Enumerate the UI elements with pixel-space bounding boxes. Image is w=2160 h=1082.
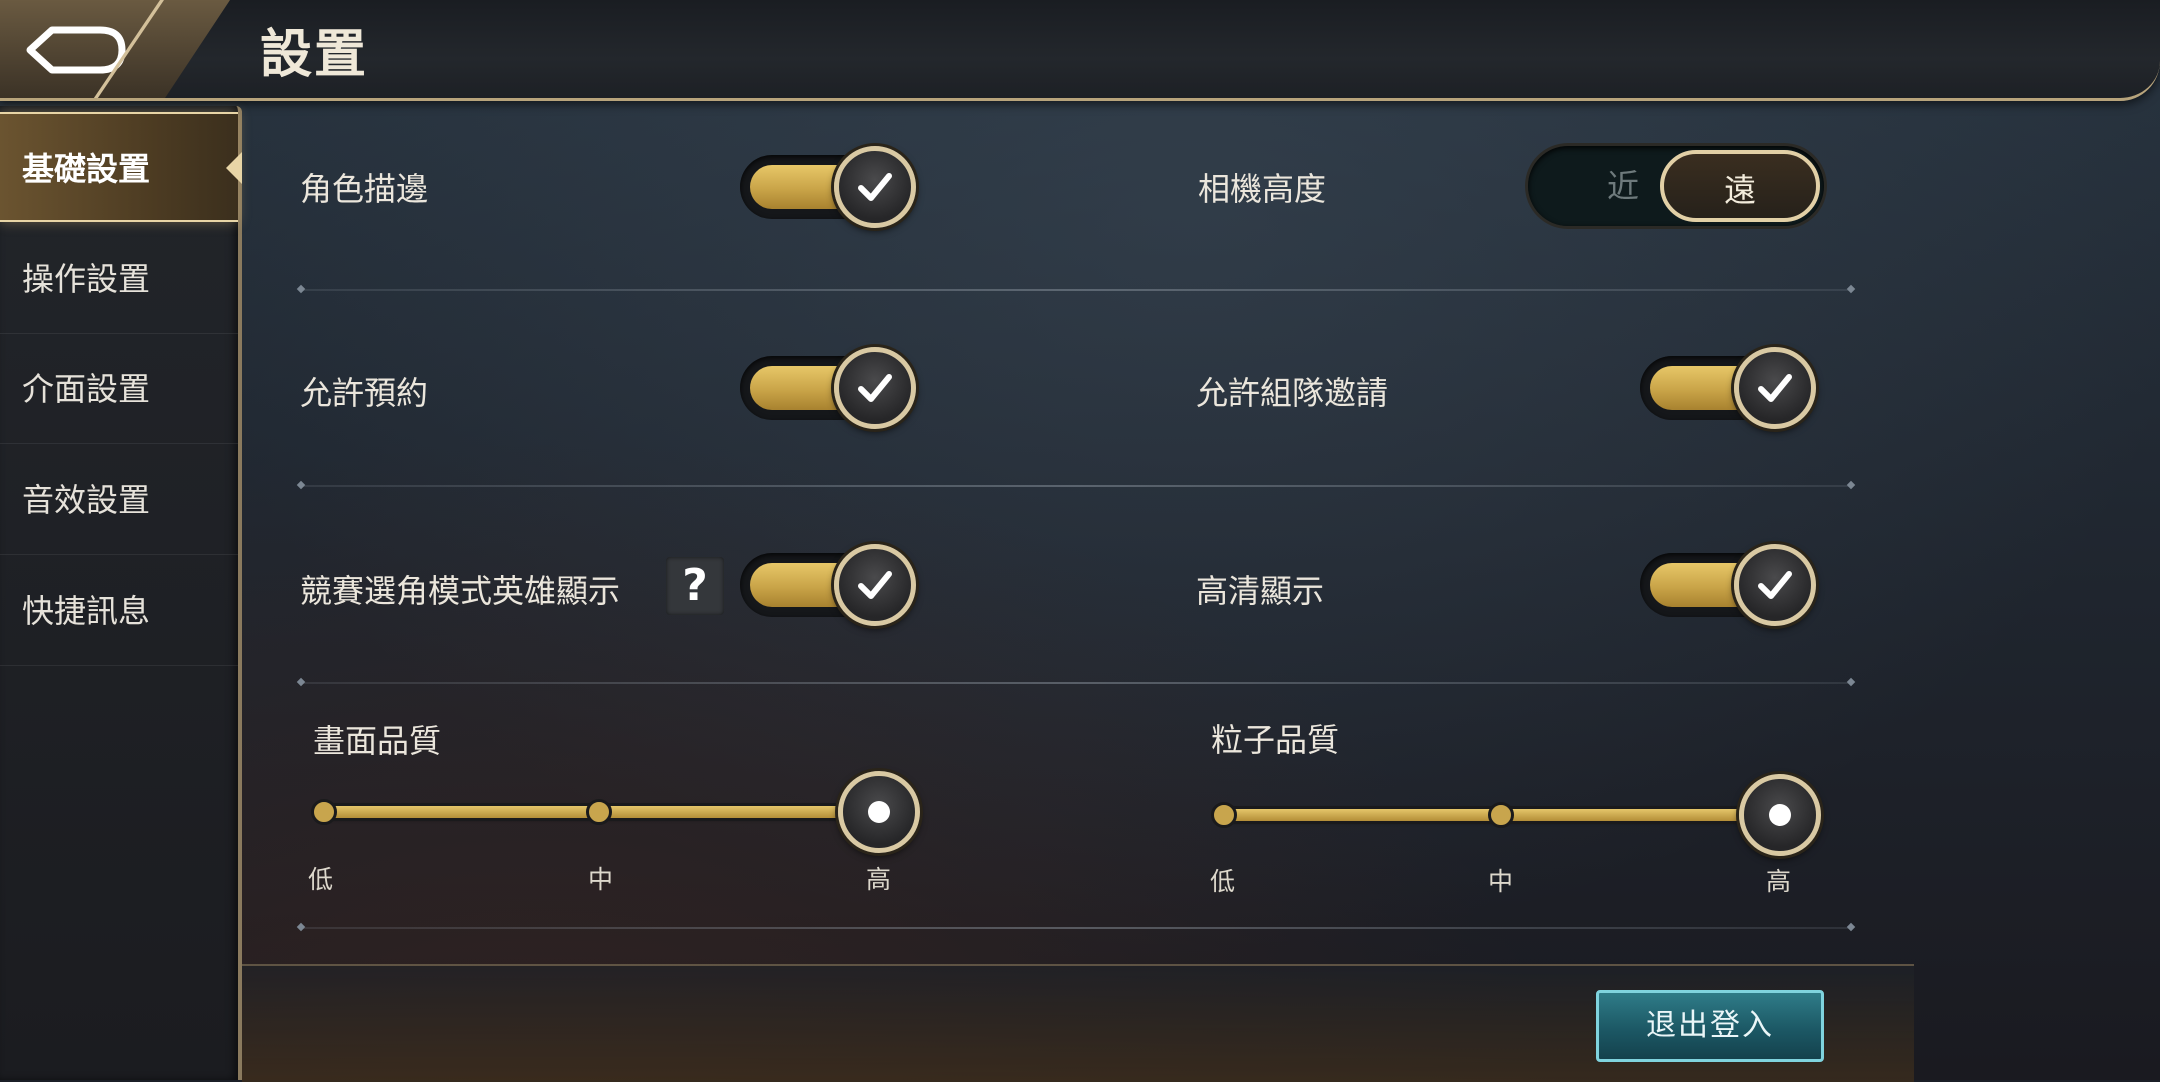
sidebar-item-quick-messages[interactable]: 快捷訊息 (0, 556, 238, 666)
particle-quality-label: 粒子品質 (1211, 721, 1340, 759)
check-icon (858, 173, 892, 201)
check-icon (858, 374, 892, 402)
allow-reservation-toggle[interactable] (740, 347, 916, 429)
graphics-quality-mid-label: 中 (588, 865, 614, 894)
ranked-pick-hero-display-toggle[interactable] (740, 544, 916, 626)
camera-height-selector: 近 遠 (1528, 146, 1824, 226)
graphics-quality-low-label: 低 (308, 865, 334, 894)
sidebar-item-sound-settings[interactable]: 音效設置 (0, 445, 238, 555)
divider (302, 927, 1850, 929)
particle-quality-mid-label: 中 (1488, 867, 1514, 896)
toggle-knob (834, 544, 916, 626)
allow-team-invite-label: 允許組隊邀請 (1196, 374, 1389, 412)
toggle-knob (834, 347, 916, 429)
graphics-quality-high-label: 高 (866, 865, 892, 894)
sidebar-item-interface-settings[interactable]: 介面設置 (0, 334, 238, 444)
toggle-knob (1734, 544, 1816, 626)
header-bar: 設置 (0, 0, 2160, 101)
graphics-quality-slider-thumb[interactable] (838, 771, 920, 853)
logout-button[interactable]: 退出登入 (1596, 990, 1824, 1062)
particle-quality-stop-mid[interactable] (1488, 802, 1514, 828)
sidebar-item-control-settings[interactable]: 操作設置 (0, 224, 238, 334)
check-icon (1758, 374, 1792, 402)
page-title: 設置 (260, 25, 369, 85)
check-icon (858, 571, 892, 599)
sidebar-item-basic-settings[interactable]: 基礎設置 (0, 112, 242, 222)
back-arrow-icon (26, 26, 126, 74)
back-button[interactable] (0, 0, 230, 98)
character-outline-label: 角色描邊 (300, 170, 429, 208)
graphics-quality-label: 畫面品質 (313, 722, 442, 760)
allow-reservation-label: 允許預約 (300, 374, 429, 412)
camera-height-label: 相機高度 (1198, 170, 1327, 208)
divider (302, 289, 1850, 291)
particle-quality-low-label: 低 (1210, 867, 1236, 896)
graphics-quality-stop-low[interactable] (311, 799, 337, 825)
particle-quality-high-label: 高 (1766, 867, 1792, 896)
hd-display-label: 高清顯示 (1196, 572, 1325, 610)
toggle-knob (1734, 347, 1816, 429)
particle-quality-stop-low[interactable] (1211, 802, 1237, 828)
check-icon (1758, 571, 1792, 599)
divider (302, 485, 1850, 487)
help-button[interactable]: ? (666, 557, 724, 615)
divider (302, 682, 1850, 684)
background (0, 0, 2160, 1080)
toggle-knob (834, 146, 916, 228)
character-outline-toggle[interactable] (740, 146, 916, 228)
camera-height-far-option[interactable]: 遠 (1660, 150, 1820, 222)
allow-team-invite-toggle[interactable] (1640, 347, 1816, 429)
hd-display-toggle[interactable] (1640, 544, 1816, 626)
particle-quality-slider-thumb[interactable] (1739, 774, 1821, 856)
ranked-pick-hero-display-label: 競賽選角模式英雄顯示 (300, 572, 621, 610)
graphics-quality-stop-mid[interactable] (586, 799, 612, 825)
sidebar: 基礎設置 操作設置 介面設置 音效設置 快捷訊息 (0, 106, 242, 1080)
